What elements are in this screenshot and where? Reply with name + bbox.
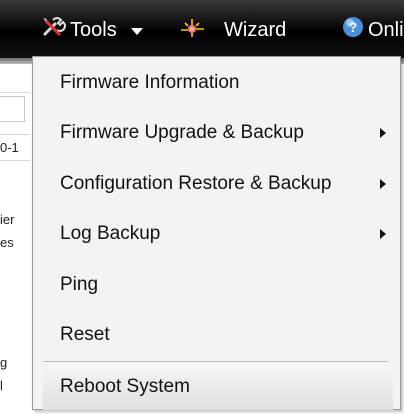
online-help-button[interactable]: ? Onli (342, 16, 404, 44)
help-icon: ? (342, 16, 364, 44)
divider (0, 92, 30, 93)
svg-text:?: ? (349, 19, 358, 35)
tools-dropdown-menu: Firmware Information Firmware Upgrade & … (32, 56, 401, 411)
wizard-label: Wizard (224, 19, 287, 41)
chevron-right-icon (380, 128, 386, 138)
menu-item-log-backup[interactable]: Log Backup (33, 210, 400, 258)
tools-label: Tools (70, 19, 117, 41)
menu-item-reboot-system[interactable]: Reboot System (43, 363, 393, 411)
top-toolbar: Tools Wizard ? Onli (0, 0, 404, 58)
background-input (0, 96, 25, 122)
wizard-button[interactable]: Wizard (178, 18, 286, 42)
background-text: ier (0, 212, 15, 227)
menu-separator (43, 361, 388, 362)
menu-item-label: Configuration Restore & Backup (60, 173, 332, 194)
menu-item-reset[interactable]: Reset (33, 311, 400, 359)
menu-item-label: Firmware Upgrade & Backup (60, 122, 304, 143)
divider (0, 134, 30, 135)
menu-item-firmware-upgrade-backup[interactable]: Firmware Upgrade & Backup (33, 109, 400, 157)
wizard-icon (178, 15, 208, 45)
menu-item-label: Ping (60, 274, 99, 295)
divider (0, 160, 30, 161)
background-text: es (0, 235, 14, 250)
menu-item-label: Reset (60, 324, 110, 345)
background-text: g (0, 355, 8, 370)
background-text: l (0, 378, 3, 393)
menu-item-label: Firmware Information (60, 72, 240, 93)
chevron-right-icon (380, 229, 386, 239)
menu-item-firmware-information[interactable]: Firmware Information (33, 59, 400, 107)
menu-item-ping[interactable]: Ping (33, 261, 400, 309)
tools-menu-button[interactable]: Tools (40, 15, 143, 45)
menu-item-configuration-restore-backup[interactable]: Configuration Restore & Backup (33, 160, 400, 208)
background-text: 0-1 (0, 140, 19, 155)
tools-icon (40, 15, 66, 45)
online-label: Onli (368, 19, 404, 41)
menu-item-label: Log Backup (60, 223, 161, 244)
menu-item-label: Reboot System (60, 375, 190, 397)
chevron-down-icon (130, 27, 143, 35)
chevron-right-icon (380, 179, 386, 189)
